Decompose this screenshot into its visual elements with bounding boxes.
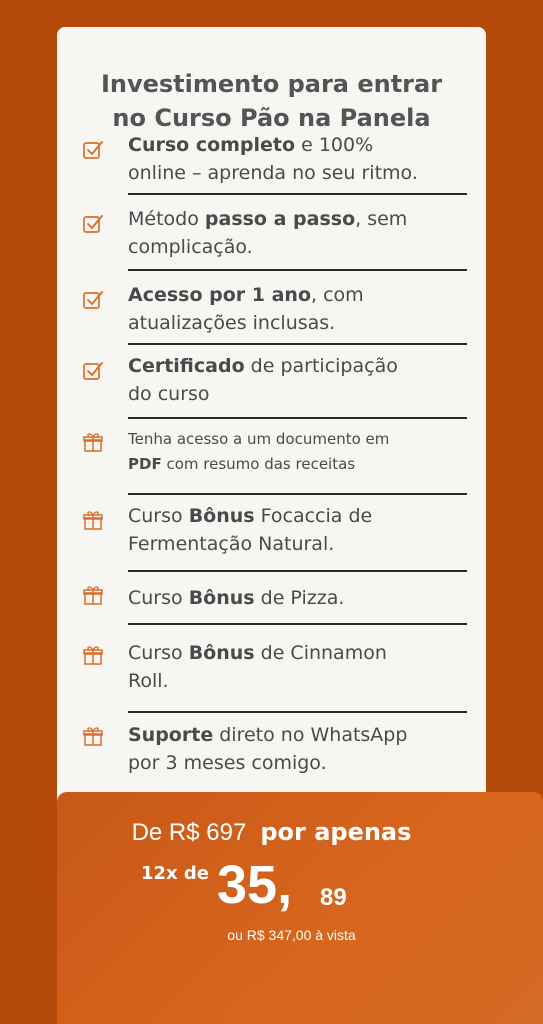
installment-cents: 89 — [320, 884, 347, 911]
divider — [128, 570, 467, 572]
gift-icon — [83, 511, 103, 530]
feature-text: Curso Bônus de Cinnamon Roll. — [128, 642, 387, 692]
gift-icon — [83, 727, 103, 746]
gift-icon — [83, 586, 103, 605]
offer-card: Investimento para entrar no Curso Pão na… — [57, 27, 486, 824]
divider — [128, 193, 467, 195]
gift-icon — [83, 646, 103, 665]
offer-title: Investimento para entrar no Curso Pão na… — [57, 67, 486, 135]
divider — [128, 623, 467, 625]
feature-text: Certificado de participação do curso — [128, 355, 398, 405]
feature-text: Curso Bônus de Pizza. — [128, 587, 345, 609]
installment-amount: 35, — [217, 855, 293, 915]
divider — [128, 417, 467, 419]
checkbox-icon — [83, 362, 103, 380]
feature-text: Tenha acesso a um documento em PDF com r… — [128, 430, 390, 473]
feature-text: Acesso por 1 ano, com atualizações inclu… — [128, 284, 364, 334]
checkbox-icon — [83, 141, 103, 159]
gift-icon — [83, 433, 103, 452]
feature-text: Curso Bônus Focaccia de Fermentação Natu… — [128, 505, 373, 555]
divider — [128, 269, 467, 271]
feature-text: Método passo a passo, sem complicação. — [128, 208, 408, 258]
feature-text: Curso completo e 100% online – aprenda n… — [128, 134, 418, 184]
installments-label: 12x de — [141, 863, 210, 884]
feature-text: Suporte direto no WhatsApp por 3 meses c… — [128, 724, 408, 774]
divider — [128, 343, 467, 345]
only-label: por apenas — [260, 818, 412, 846]
checkbox-icon — [83, 215, 103, 233]
divider — [128, 711, 467, 713]
price-headline: De R$ 697 por apenas — [0, 818, 543, 847]
divider — [128, 493, 467, 495]
title-line2: no Curso Pão na Panela — [112, 104, 431, 132]
cash-price: ou R$ 347,00 à vista — [227, 927, 356, 943]
checkbox-icon — [83, 291, 103, 309]
title-line1: Investimento para entrar — [100, 70, 443, 98]
original-price: De R$ 697 — [131, 819, 247, 846]
